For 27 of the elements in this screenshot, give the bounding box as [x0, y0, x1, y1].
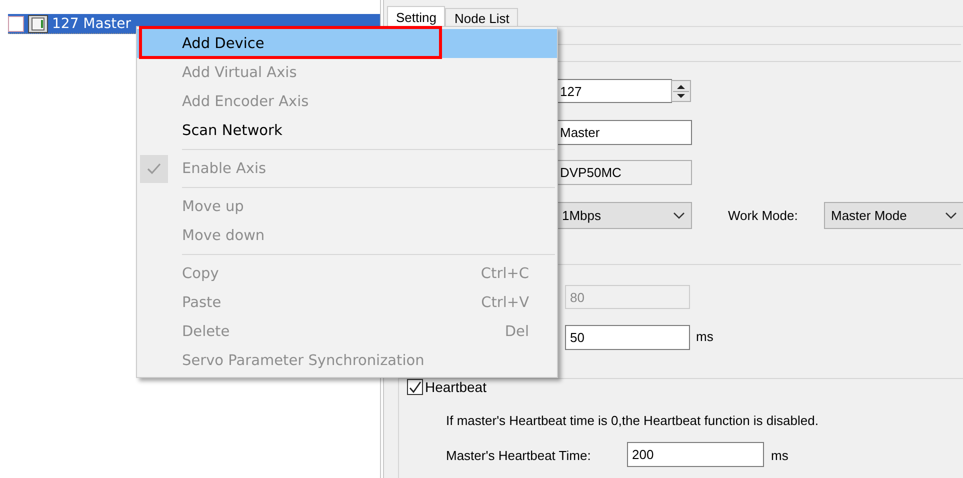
unit-label: ms [771, 448, 788, 463]
shortcut-label: Ctrl+V [481, 294, 529, 310]
unit-label: ms [696, 329, 714, 344]
menu-item[interactable]: Add Device [137, 29, 557, 58]
model-field: DVP50MC [555, 160, 692, 185]
checkbox[interactable] [8, 16, 24, 32]
field-label: Work Mode: [728, 208, 798, 223]
chevron-down-icon [945, 212, 957, 220]
number-field: 80 [565, 285, 690, 309]
device-icon [28, 14, 48, 32]
number-field[interactable]: 50 [565, 325, 690, 350]
menu-item[interactable]: Scan Network [137, 116, 557, 145]
shortcut-label: Del [504, 324, 529, 340]
number-field[interactable]: 127 [555, 79, 672, 103]
shortcut-label: Ctrl+C [480, 266, 529, 282]
heartbeat-time-field[interactable]: 200 [627, 442, 764, 467]
chevron-down-icon [673, 212, 685, 220]
field-label: Master's Heartbeat Time: [446, 448, 591, 463]
spin-buttons[interactable] [671, 80, 691, 102]
checkbox[interactable] [407, 379, 423, 395]
tab[interactable]: Node List [445, 8, 518, 26]
checkbox-label: Heartbeat [425, 379, 486, 395]
work-mode-dropdown[interactable]: Master Mode [824, 202, 963, 229]
tab[interactable]: Setting [387, 6, 446, 26]
baud-rate-dropdown[interactable]: 1Mbps [555, 202, 692, 229]
name-field[interactable]: Master [555, 120, 692, 145]
info-text: If master's Heartbeat time is 0,the Heartbeat function is disabled. [446, 413, 818, 428]
